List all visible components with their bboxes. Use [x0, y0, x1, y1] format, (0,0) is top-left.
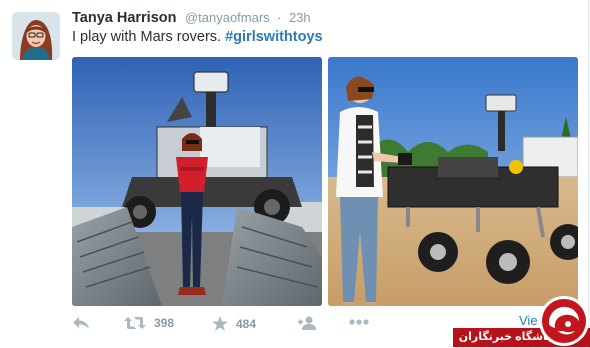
- author-name[interactable]: Tanya Harrison: [72, 10, 177, 26]
- avatar[interactable]: [12, 12, 60, 60]
- rover-photo-right: [328, 57, 578, 306]
- watermark-logo: باشگاه خبرنگاران: [453, 292, 590, 348]
- favorite-button[interactable]: 484: [212, 316, 256, 331]
- media-photo-1[interactable]: [72, 57, 322, 306]
- retweet-icon: [124, 317, 146, 329]
- header-separator: ·: [277, 10, 282, 25]
- tweet-timestamp[interactable]: 23h: [289, 10, 311, 25]
- follow-button[interactable]: [298, 316, 318, 330]
- retweet-count: 398: [154, 316, 175, 330]
- tweet-header: Tanya Harrison @tanyaofmars · 23h: [72, 9, 311, 27]
- hashtag-link[interactable]: #girlswithtoys: [225, 29, 323, 45]
- author-handle[interactable]: @tanyaofmars: [185, 10, 270, 25]
- more-button[interactable]: [349, 319, 369, 325]
- rover-photo-left: [72, 57, 322, 306]
- more-icon: [349, 319, 369, 325]
- watermark-emblem-icon: [539, 296, 589, 346]
- follow-icon: [298, 316, 316, 330]
- reply-icon: [73, 317, 89, 329]
- reply-button[interactable]: [72, 316, 90, 330]
- retweet-button[interactable]: 398: [124, 316, 174, 330]
- avatar-image: [12, 12, 60, 60]
- tweet-text: I play with Mars rovers. #girlswithtoys: [72, 29, 323, 45]
- star-icon: [212, 316, 228, 331]
- media-photo-2[interactable]: [328, 57, 578, 306]
- tweet-body: I play with Mars rovers.: [72, 29, 222, 45]
- favorite-count: 484: [236, 316, 257, 331]
